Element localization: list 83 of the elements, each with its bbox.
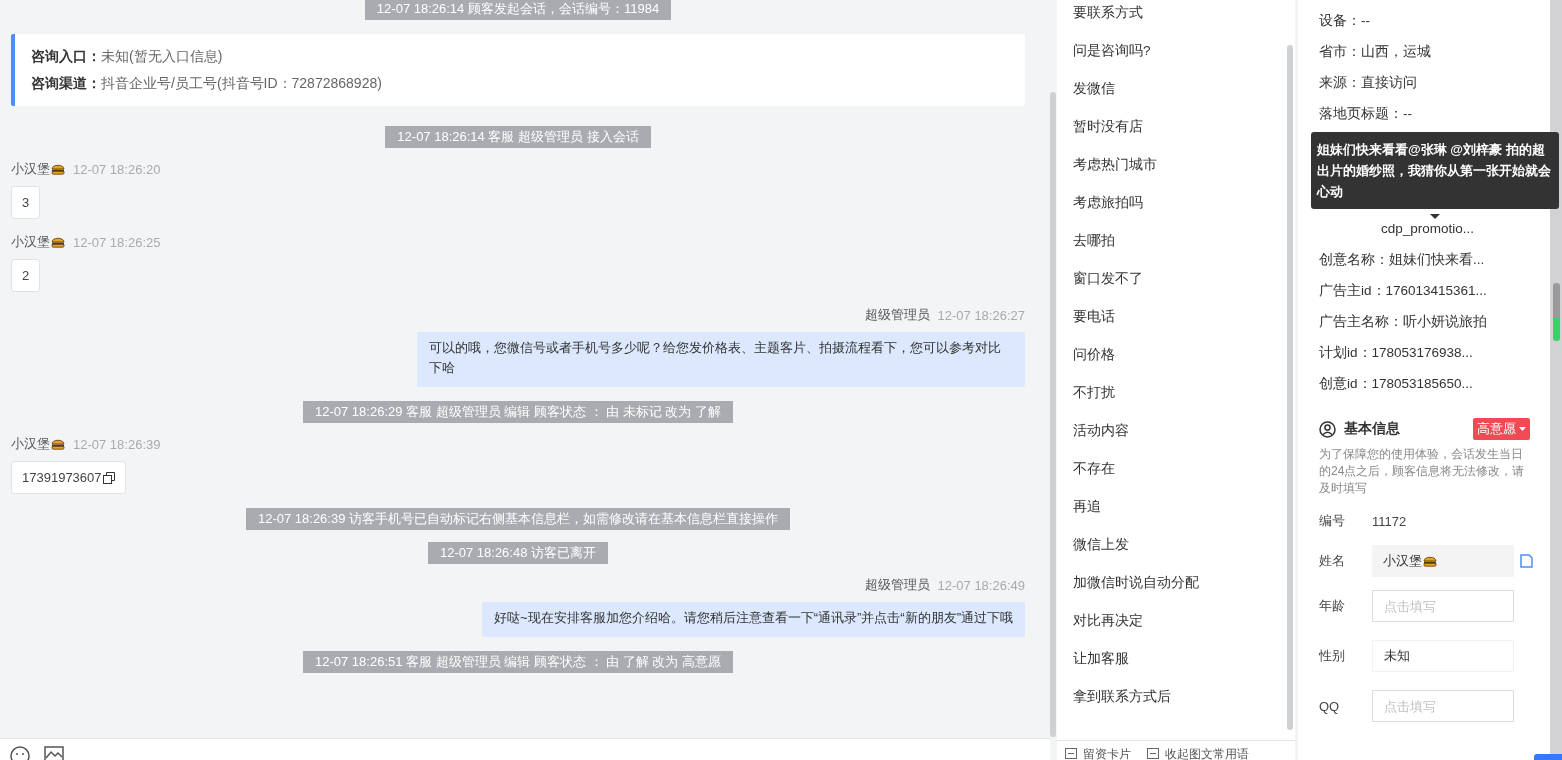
quick-reply-item[interactable]: 不存在 [1073,462,1295,500]
field-label: QQ [1319,698,1341,714]
input-field[interactable]: 点击填写 [1372,590,1514,622]
info-row: 创意id：178053185650... [1319,376,1473,391]
quick-reply-item[interactable]: 不打扰 [1073,386,1295,424]
image-icon[interactable] [44,746,64,760]
info-row: 广告主id：176013415361... [1319,283,1487,298]
quick-reply-item[interactable]: 活动内容 [1073,424,1295,462]
quick-reply-item[interactable]: 拿到联系方式后 [1073,690,1295,728]
system-notice: 12-07 18:26:48 访客已离开 [427,542,609,564]
message-time: 12-07 18:26:20 [73,161,161,177]
message-text: 2 [22,268,30,283]
sender-name: 超级管理员 [864,306,930,324]
name-field[interactable]: 小汉堡 [1372,545,1514,577]
quick-reply-item[interactable]: 去哪拍 [1073,234,1295,272]
document-icon[interactable] [1520,554,1533,568]
entry-label: 咨询入口： [31,48,101,64]
quick-reply-item[interactable]: 要联系方式 [1073,6,1295,44]
quick-reply-item[interactable]: 要电话 [1073,310,1295,348]
sender-name: 小汉堡 [11,435,50,453]
message-bubble: 可以的哦，您微信号或者手机号多少呢？给您发价格表、主题客片、拍摄流程看下，您可以参考对比下哈 [417,332,1025,387]
system-notice: 12-07 18:26:14 客服 超级管理员 接入会话 [385,126,651,148]
card-icon [1147,748,1159,759]
info-row: 广告主名称：听小妍说旅拍 [1319,314,1487,329]
quick-reply-item[interactable]: 暂时没有店 [1073,120,1295,158]
info-row: 计划id：178053176938... [1319,345,1473,360]
input-field[interactable]: 点击填写 [1372,690,1514,722]
sender-name: 超级管理员 [864,576,930,594]
footer-button[interactable]: 留资卡片 [1065,747,1131,760]
field-label: 姓名 [1319,552,1346,570]
status-dropdown[interactable]: 高意愿 [1473,418,1530,440]
field-label: 性别 [1319,647,1346,665]
info-row: 来源：直接访问 [1319,75,1417,90]
quick-reply-item[interactable]: 窗口发不了 [1073,272,1295,310]
message-time: 12-07 18:26:49 [937,577,1025,593]
message-text: 3 [22,195,30,210]
system-notice: 12-07 18:26:14 顾客发起会话，会话编号：11984 [364,0,672,20]
burger-icon [51,438,65,450]
quick-reply-item[interactable]: 发微信 [1073,82,1295,120]
burger-icon [51,236,65,248]
info-row: cdp_promotio... [1381,221,1475,236]
input-field[interactable]: 未知 [1372,640,1514,672]
info-row: 落地页标题：-- [1319,106,1412,121]
entry-label: 咨询渠道： [31,75,101,91]
entry-value: 未知(暂无入口信息) [101,48,223,64]
system-notice: 12-07 18:26:39 访客手机号已自动标记右侧基本信息栏，如需修改请在基本信息栏直接操作 [245,508,791,530]
quick-reply-item[interactable]: 对比再决定 [1073,614,1295,652]
message-time: 12-07 18:26:27 [937,307,1025,323]
message-bubble: 好哒~现在安排客服加您介绍哈。请您稍后注意查看一下“通讯录”并点击“新的朋友”通过下哦 [482,602,1025,637]
quick-reply-item[interactable]: 加微信时说自动分配 [1073,576,1295,614]
message-text: 17391973607 [22,470,102,485]
footer-button[interactable]: 收起图文常用语 [1147,747,1249,760]
quick-reply-item[interactable]: 再追 [1073,500,1295,538]
tooltip-pointer [1430,214,1440,219]
user-icon [1319,420,1336,438]
info-row: 设备：-- [1319,13,1370,28]
field-value: 11172 [1372,513,1407,529]
caret-icon [1519,427,1526,431]
system-notice: 12-07 18:26:29 客服 超级管理员 编辑 顾客状态 ： 由 未标记 改为 了解 [303,401,733,423]
sender-name: 小汉堡 [11,160,50,178]
notice-text: 为了保障您的使用体验，会话发生当日的24点之后，顾客信息将无法修改，请及时填写 [1319,446,1526,497]
message-time: 12-07 18:26:25 [73,234,161,250]
card-icon [1065,748,1077,759]
burger-icon [51,163,65,175]
quick-reply-item[interactable]: 问价格 [1073,348,1295,386]
message-time: 12-07 18:26:39 [73,436,161,452]
quick-reply-item[interactable]: 考虑旅拍吗 [1073,196,1295,234]
section-title: 基本信息 [1344,420,1401,438]
system-notice: 12-07 18:26:51 客服 超级管理员 编辑 顾客状态 ： 由 了解 改为 高意愿 [303,651,733,673]
info-row: 创意名称：姐妹们快来看... [1319,252,1485,267]
quick-reply-item[interactable]: 让加客服 [1073,652,1295,690]
quick-reply-item[interactable]: 微信上发 [1073,538,1295,576]
quick-reply-item[interactable]: 考虑热门城市 [1073,158,1295,196]
tooltip: 姐妹们快来看看@张琳 @刘梓豪 拍的超出片的婚纱照，我猜你从第一张开始就会心动 [1311,132,1559,209]
emoji-icon[interactable] [10,746,30,760]
field-label: 年龄 [1319,597,1346,615]
info-row: 省市：山西，运城 [1319,44,1431,59]
sender-name: 小汉堡 [11,233,50,251]
entry-value: 抖音企业号/员工号(抖音号ID：72872868928) [101,75,382,91]
copy-icon[interactable] [102,471,115,484]
field-label: 编号 [1319,512,1346,530]
quick-reply-item[interactable]: 问是咨询吗? [1073,44,1295,82]
burger-icon [1423,555,1437,567]
